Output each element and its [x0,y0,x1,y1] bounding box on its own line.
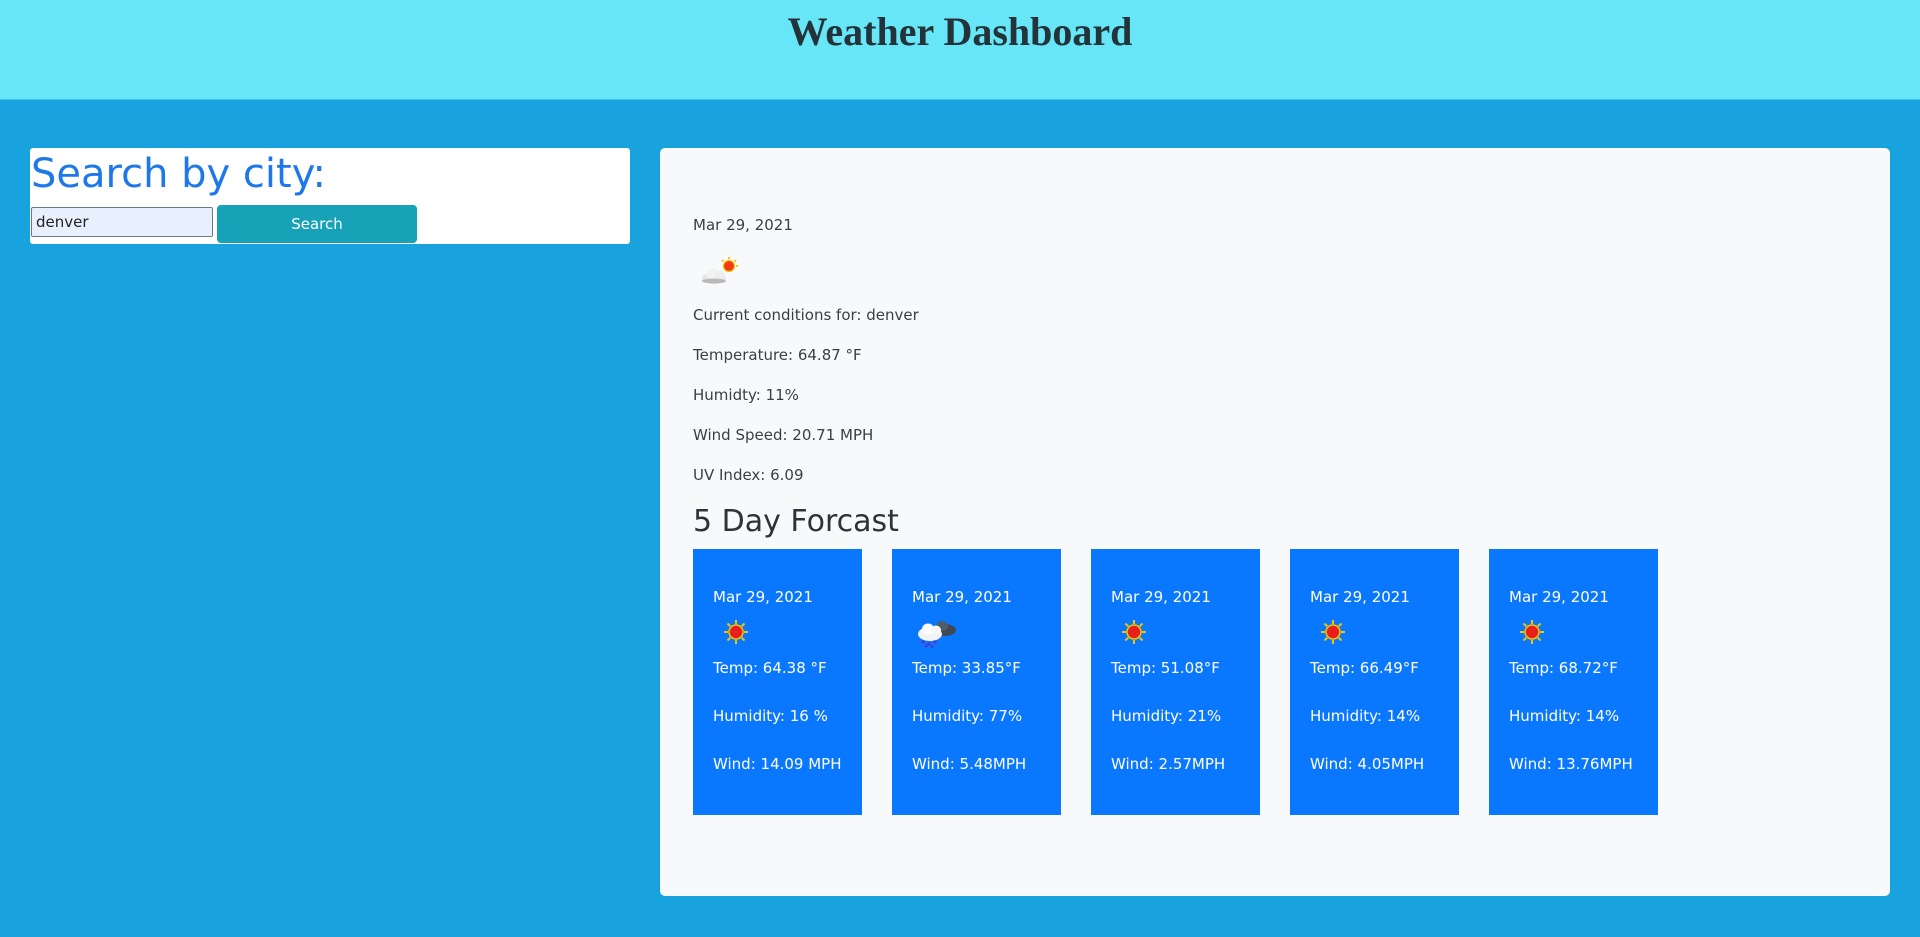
forecast-date: Mar 29, 2021 [1310,588,1410,606]
forecast-wind: Wind: 2.57MPH [1111,755,1226,773]
forecast-wind: Wind: 14.09 MPH [713,755,842,773]
forecast-wind: Wind: 5.48MPH [912,755,1027,773]
current-date: Mar 29, 2021 [693,216,793,234]
forecast-temp: Temp: 51.08°F [1111,659,1220,677]
forecast-date: Mar 29, 2021 [1509,588,1609,606]
current-wind-speed: Wind Speed: 20.71 MPH [693,426,874,444]
forecast-wind: Wind: 13.76MPH [1509,755,1633,773]
forecast-humidity: Humidity: 16 % [713,707,828,725]
forecast-temp: Temp: 68.72°F [1509,659,1618,677]
page-title: Weather Dashboard [787,9,1133,54]
forecast-card: Mar 29, 2021 Temp: 66.49°F Humidity: 14%… [1290,549,1459,815]
city-search-input[interactable] [31,207,213,237]
partly-cloudy-icon [702,257,738,284]
forecast-temp: Temp: 64.38 °F [713,659,827,677]
sun-icon [1321,620,1345,644]
forecast-date: Mar 29, 2021 [912,588,1012,606]
sun-icon [1520,620,1544,644]
sun-icon [1122,620,1146,644]
forecast-date: Mar 29, 2021 [1111,588,1211,606]
forecast-title: 5 Day Forcast [693,504,899,539]
forecast-humidity: Humidity: 77% [912,707,1023,725]
current-uv-index: UV Index: 6.09 [693,466,804,484]
sun-icon [724,620,748,644]
forecast-temp: Temp: 33.85°F [912,659,1021,677]
forecast-card: Mar 29, 2021 Temp: 51.08°F Humidity: 21%… [1091,549,1260,815]
forecast-card: Mar 29, 2021 Temp: 64.38 °F Humidity: 16… [693,549,862,815]
forecast-wind: Wind: 4.05MPH [1310,755,1425,773]
forecast-humidity: Humidity: 14% [1509,707,1620,725]
forecast-humidity: Humidity: 21% [1111,707,1222,725]
current-weather-panel: Mar 29, 2021 Current conditions for: den… [660,148,1890,896]
forecast-temp: Temp: 66.49°F [1310,659,1419,677]
search-button[interactable]: Search [217,205,417,243]
forecast-card: Mar 29, 2021 Temp: 68.72°F Humidity: 14%… [1489,549,1658,815]
forecast-humidity: Humidity: 14% [1310,707,1421,725]
forecast-card: Mar 29, 2021 Temp: 33.85°F Humidity: 77%… [892,549,1061,815]
current-conditions: Current conditions for: denver [693,306,919,324]
current-humidity: Humidty: 11% [693,386,799,404]
current-temperature: Temperature: 64.87 °F [693,346,862,364]
search-panel: Search by city: Search [30,148,630,244]
page-header: Weather Dashboard [0,0,1920,100]
forecast-date: Mar 29, 2021 [713,588,813,606]
search-title: Search by city: [31,151,326,197]
snow-cloud-icon [918,621,956,648]
